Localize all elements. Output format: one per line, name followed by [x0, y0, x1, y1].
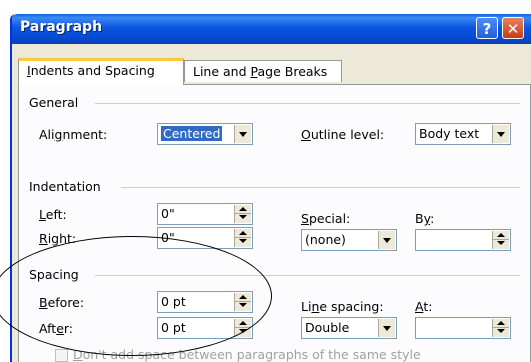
left-indent-label: Left:	[39, 207, 67, 222]
right-indent-label: Right:	[39, 231, 77, 246]
title-bar[interactable]: Paragraph ? ✕	[12, 14, 531, 44]
chevron-down-icon[interactable]	[378, 319, 395, 337]
at-label: At:	[415, 299, 433, 314]
spin-arrows-icon[interactable]	[234, 319, 251, 337]
spin-arrows-icon[interactable]	[492, 231, 509, 249]
chevron-down-icon[interactable]	[378, 231, 395, 249]
left-indent-spinner[interactable]: 0"	[157, 203, 253, 225]
indentation-heading: Indentation	[29, 179, 101, 194]
tab-line-and-page-breaks[interactable]: Line and Page Breaks	[184, 60, 342, 82]
close-button[interactable]: ✕	[502, 17, 524, 39]
chevron-down-icon[interactable]	[234, 125, 251, 143]
special-label: Special:	[301, 211, 351, 226]
spacing-after-spinner[interactable]: 0 pt	[157, 317, 253, 339]
outline-level-label: Outline level:	[301, 127, 385, 142]
tab-indents-and-spacing[interactable]: Indents and Spacing	[18, 58, 184, 85]
general-divider	[95, 103, 520, 104]
by-spinner[interactable]	[415, 229, 511, 251]
spacing-divider	[95, 275, 520, 276]
outline-level-select[interactable]: Body text	[415, 123, 511, 145]
alignment-label: Alignment:	[39, 127, 108, 142]
background-document	[0, 0, 10, 362]
right-indent-spinner[interactable]: 0"	[157, 227, 253, 249]
tab-strip: Indents and Spacing Line and Page Breaks	[12, 44, 531, 85]
alignment-select[interactable]: Centered	[157, 123, 253, 145]
spin-arrows-icon[interactable]	[234, 205, 251, 223]
line-spacing-select[interactable]: Double	[301, 317, 397, 339]
general-heading: General	[29, 95, 79, 110]
by-label: By:	[415, 211, 435, 226]
spacing-heading: Spacing	[29, 267, 79, 282]
spin-arrows-icon[interactable]	[492, 319, 509, 337]
help-icon: ?	[482, 20, 492, 38]
chevron-down-icon[interactable]	[492, 125, 509, 143]
spin-arrows-icon[interactable]	[234, 229, 251, 247]
spacing-before-label: Before:	[39, 295, 85, 310]
at-spinner[interactable]	[415, 317, 511, 339]
line-spacing-label: Line spacing:	[301, 299, 384, 314]
tab-panel: General Alignment: Centered Outline leve…	[18, 84, 531, 362]
spacing-after-label: After:	[39, 321, 74, 336]
dont-add-space-label: Don't add space between paragraphs of th…	[73, 347, 421, 362]
spin-arrows-icon[interactable]	[234, 293, 251, 311]
help-button[interactable]: ?	[476, 17, 498, 39]
dialog-title: Paragraph	[20, 19, 103, 35]
close-icon: ✕	[506, 20, 520, 38]
special-select[interactable]: (none)	[301, 229, 397, 251]
dont-add-space-checkbox[interactable]	[55, 349, 68, 362]
paragraph-dialog: Paragraph ? ✕ Indents and Spacing Line a…	[10, 14, 531, 362]
indentation-divider	[121, 187, 520, 188]
spacing-before-spinner[interactable]: 0 pt	[157, 291, 253, 313]
